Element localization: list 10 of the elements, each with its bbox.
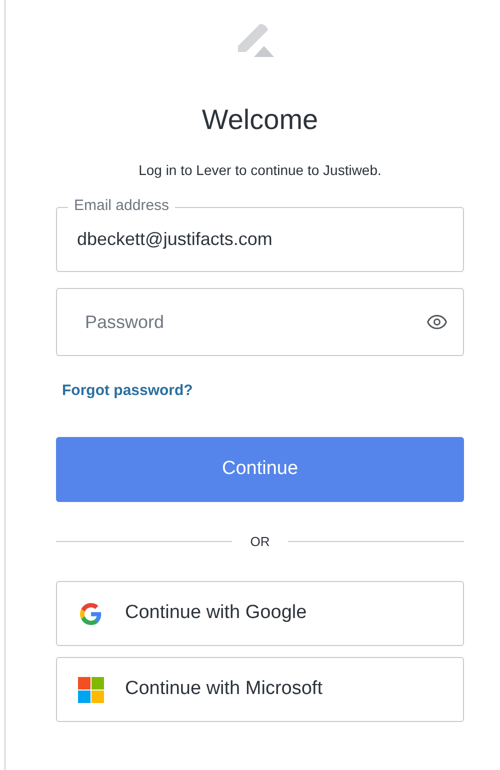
password-field[interactable]: Password xyxy=(56,288,464,356)
microsoft-logo-icon xyxy=(78,676,104,702)
welcome-title: Welcome xyxy=(200,103,320,137)
google-logo-icon xyxy=(80,602,102,624)
subtitle: Log in to Lever to continue to Justiweb. xyxy=(138,161,382,180)
continue-button[interactable]: Continue xyxy=(56,436,464,502)
social-login-button[interactable]: Continue with Google xyxy=(56,581,464,646)
or-divider-label: OR xyxy=(250,532,270,550)
social-login-button[interactable]: Continue with Microsoft xyxy=(56,657,464,722)
forgot-password-link[interactable]: Forgot password? xyxy=(62,380,193,402)
